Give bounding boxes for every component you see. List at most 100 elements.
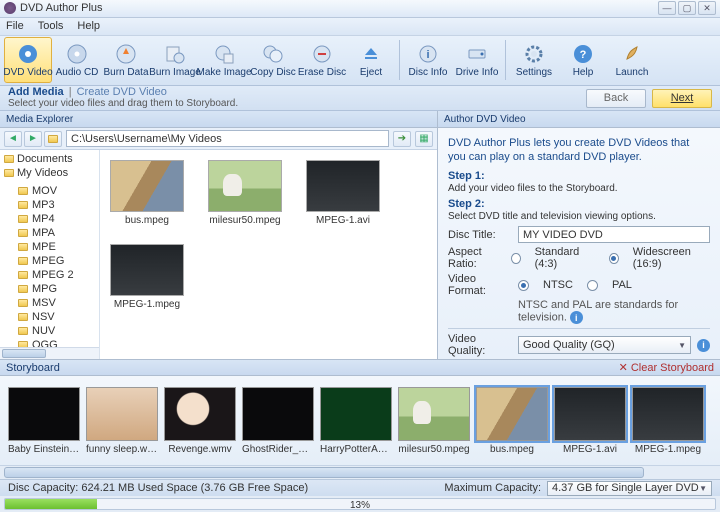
toolbar-separator [505, 40, 506, 80]
tree-my-videos[interactable]: My Videos [4, 166, 95, 180]
radio-pal[interactable] [587, 280, 598, 291]
titlebar: DVD Author Plus — ▢ ✕ [0, 0, 720, 18]
maximize-button[interactable]: ▢ [678, 1, 696, 15]
storyboard-header: Storyboard ✕Clear Storyboard [0, 359, 720, 376]
storyboard-item[interactable]: milesur50.mpeg [398, 387, 470, 455]
tree-item[interactable]: MPEG [0, 254, 99, 268]
tree-item[interactable]: MSV [0, 296, 99, 310]
storyboard-item[interactable]: bus.mpeg [476, 387, 548, 455]
tree-documents[interactable]: Documents [4, 152, 95, 166]
storyboard-item[interactable]: Revenge.wmv [164, 387, 236, 455]
chevron-down-icon: ▼ [678, 341, 686, 350]
tool-copy-disc[interactable]: Copy Disc [249, 37, 297, 83]
menu-file[interactable]: File [6, 20, 24, 32]
thumbnail-item[interactable]: MPEG-1.avi [304, 160, 382, 226]
step2-title: Step 2: [448, 198, 485, 210]
path-bar: ◄ ► C:\Users\Username\My Videos ➔ ▦ [0, 128, 437, 150]
progress-bar: 13% [4, 498, 716, 510]
storyboard-label: Revenge.wmv [168, 444, 231, 455]
nav-up-button[interactable] [44, 131, 62, 147]
svg-text:?: ? [580, 49, 587, 61]
clear-storyboard-button[interactable]: ✕Clear Storyboard [619, 361, 714, 374]
disc-title-input[interactable]: MY VIDEO DVD [518, 226, 710, 243]
max-capacity-select[interactable]: 4.37 GB for Single Layer DVD▼ [547, 481, 712, 496]
radio-standard[interactable] [511, 253, 521, 264]
close-button[interactable]: ✕ [698, 1, 716, 15]
tool-eject[interactable]: Eject [347, 37, 395, 83]
tree-item[interactable]: MOV [0, 184, 99, 198]
path-input[interactable]: C:\Users\Username\My Videos [66, 130, 389, 147]
tree-scrollbar[interactable] [0, 347, 99, 359]
storyboard-item[interactable]: HarryPotterAndTh... [320, 387, 392, 455]
tree-item[interactable]: MP3 [0, 198, 99, 212]
tool-launch[interactable]: Launch [608, 37, 656, 83]
progress-fill [5, 499, 97, 509]
back-button[interactable]: Back [586, 89, 646, 108]
storyboard-item[interactable]: MPEG-1.avi [554, 387, 626, 455]
tree-item[interactable]: NUV [0, 324, 99, 338]
tool-dvd-video[interactable]: DVD Video [4, 37, 52, 83]
make-image-icon [212, 42, 236, 66]
storyboard-item[interactable]: GhostRider_Stan... [242, 387, 314, 455]
toolbar-separator [399, 40, 400, 80]
help-icon: ? [571, 42, 595, 66]
radio-widescreen[interactable] [609, 253, 619, 264]
storyboard-scrollbar[interactable] [0, 465, 720, 479]
addmedia-title: Add Media [8, 86, 64, 98]
thumbnail-image [306, 160, 380, 212]
thumbnail-item[interactable]: MPEG-1.mpeg [108, 244, 186, 310]
tool-disc-info[interactable]: i Disc Info [404, 37, 452, 83]
thumbnail-grid: bus.mpeg milesur50.mpeg MPEG-1.avi MPEG-1.m… [100, 150, 437, 359]
tool-audio-cd[interactable]: Audio CD [53, 37, 101, 83]
radio-widescreen-label: Widescreen (16:9) [633, 246, 710, 270]
tool-help[interactable]: ? Help [559, 37, 607, 83]
tree-item[interactable]: MPEG 2 [0, 268, 99, 282]
storyboard-item[interactable]: MPEG-1.mpeg [632, 387, 704, 455]
storyboard-item[interactable]: funny sleep.wmv [86, 387, 158, 455]
menu-help[interactable]: Help [77, 20, 100, 32]
storyboard-label: MPEG-1.mpeg [635, 444, 701, 455]
next-button[interactable]: Next [652, 89, 712, 108]
media-body: Documents My Videos MOVMP3MP4MPAMPEMPEGM… [0, 150, 437, 359]
tree-item[interactable]: MPA [0, 226, 99, 240]
nav-back-button[interactable]: ◄ [4, 131, 22, 147]
storyboard-image [86, 387, 158, 441]
thumbnail-image [110, 160, 184, 212]
radio-ntsc[interactable] [518, 280, 529, 291]
go-button[interactable]: ➔ [393, 131, 411, 147]
tree-item[interactable]: MPE [0, 240, 99, 254]
media-explorer-panel: Media Explorer ◄ ► C:\Users\Username\My … [0, 111, 438, 359]
thumbnail-item[interactable]: milesur50.mpeg [206, 160, 284, 226]
thumbnail-image [110, 244, 184, 296]
burn-image-icon [163, 42, 187, 66]
tool-erase-disc[interactable]: Erase Disc [298, 37, 346, 83]
storyboard-label: GhostRider_Stan... [242, 444, 314, 455]
thumbnail-label: MPEG-1.avi [316, 215, 370, 226]
tool-drive-info[interactable]: Drive Info [453, 37, 501, 83]
folder-tree[interactable]: Documents My Videos MOVMP3MP4MPAMPEMPEGM… [0, 150, 100, 359]
info-icon[interactable]: i [697, 339, 710, 352]
tool-settings[interactable]: Settings [510, 37, 558, 83]
storyboard-image [632, 387, 704, 441]
storyboard-label: funny sleep.wmv [86, 444, 158, 455]
tool-make-image[interactable]: Make Image [200, 37, 248, 83]
tree-item[interactable]: NSV [0, 310, 99, 324]
folder-icon [18, 257, 28, 265]
radio-ntsc-label: NTSC [543, 279, 573, 291]
menu-tools[interactable]: Tools [38, 20, 64, 32]
minimize-button[interactable]: — [658, 1, 676, 15]
storyboard-item[interactable]: Baby Einstein - Ba... [8, 387, 80, 455]
storyboard[interactable]: Baby Einstein - Ba... funny sleep.wmv Reve… [0, 376, 720, 465]
close-icon: ✕ [619, 361, 628, 374]
tree-item[interactable]: MP4 [0, 212, 99, 226]
view-mode-button[interactable]: ▦ [415, 131, 433, 147]
addmedia-text: Add Media | Create DVD Video Select your… [8, 87, 238, 109]
thumbnail-item[interactable]: bus.mpeg [108, 160, 186, 226]
nav-fwd-button[interactable]: ► [24, 131, 42, 147]
tree-item[interactable]: MPG [0, 282, 99, 296]
folder-icon [18, 313, 28, 321]
video-quality-select[interactable]: Good Quality (GQ)▼ [518, 336, 691, 354]
info-icon[interactable]: i [570, 311, 583, 324]
tool-burn-image[interactable]: Burn Image [151, 37, 199, 83]
tool-burn-data[interactable]: Burn Data [102, 37, 150, 83]
